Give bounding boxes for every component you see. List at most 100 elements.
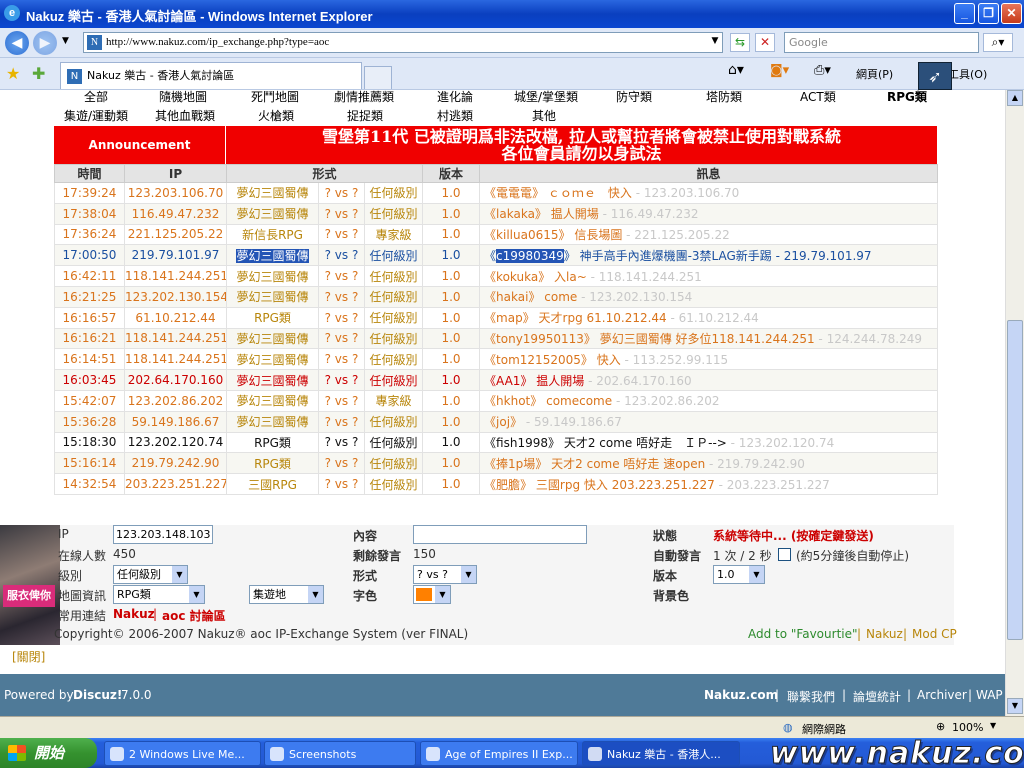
footer-link-archiver[interactable]: Archiver (917, 688, 967, 702)
new-tab-button[interactable] (364, 66, 392, 89)
page-menu[interactable]: 網頁(P) (856, 66, 893, 82)
scroll-up-icon[interactable]: ▲ (1007, 90, 1023, 106)
category-link[interactable]: 塔防類 (706, 90, 742, 105)
table-row[interactable]: 17:38:04 116.49.47.232 夢幻三國蜀傳 ? vs ? 任何級別 1.0… (54, 202, 939, 225)
category-link[interactable]: 集遊/運動類 (64, 107, 128, 124)
form-select[interactable]: ? vs ? ▼ (413, 565, 477, 584)
map-select[interactable]: RPG類 ▼ (113, 585, 205, 604)
task-aoe[interactable]: Age of Empires II Exp... (420, 741, 578, 766)
feeds-icon[interactable]: ◙▾ (770, 63, 789, 78)
message-author[interactable]: 電電電 (496, 186, 532, 200)
category-link[interactable]: 捉捉類 (347, 107, 383, 124)
category-link[interactable]: 村逃類 (437, 107, 473, 124)
task-ie-nakuz[interactable]: Nakuz 樂古 - 香港人... (582, 741, 740, 766)
search-icon[interactable]: ⌕▾ (983, 33, 1013, 52)
table-row[interactable]: 17:00:50 219.79.101.97 夢幻三國蜀傳 ? vs ? 任何級別 1.0… (54, 244, 939, 267)
print-icon[interactable]: ⎙▾ (814, 63, 831, 78)
table-row[interactable]: 16:14:51 118.141.244.251 夢幻三國蜀傳 ? vs ? 任何級別 1… (54, 348, 939, 371)
minimize-button[interactable]: _ (954, 3, 975, 24)
category-link[interactable]: 劇情推薦類 (334, 90, 394, 105)
stop-icon[interactable]: ✕ (755, 33, 775, 52)
footer-link-stats[interactable]: 論壇統計 (853, 688, 901, 705)
message-author[interactable]: tom12152005 (496, 353, 581, 367)
vertical-scrollbar[interactable]: ▲ ▼ (1005, 90, 1024, 716)
footer-link-wap[interactable]: WAP (976, 688, 1003, 702)
message-author[interactable]: 捧1p場 (496, 457, 535, 471)
category-link[interactable]: 全部 (84, 90, 108, 105)
map2-select[interactable]: 集遊地 ▼ (249, 585, 324, 604)
category-link[interactable]: 其他 (532, 107, 556, 124)
zoom-icon[interactable]: ⊕ (936, 720, 945, 733)
category-link[interactable]: 防守類 (616, 90, 652, 105)
message-author[interactable]: tony19950113 (496, 332, 584, 346)
auto-stop-checkbox[interactable] (778, 548, 791, 561)
message-author[interactable]: kokuka (496, 270, 538, 284)
footer-link-contact[interactable]: 聯繫我們 (787, 688, 835, 705)
content-input[interactable] (413, 525, 587, 544)
table-row[interactable]: 14:32:54 203.223.251.227 三國RPG ? vs ? 任何級別 1.… (54, 473, 939, 495)
category-link[interactable]: 火槍類 (258, 107, 294, 124)
table-row[interactable]: 16:16:21 118.141.244.251 夢幻三國蜀傳 ? vs ? 任何級別 1… (54, 327, 939, 350)
message-author[interactable]: AA1 (496, 374, 520, 388)
link-aoc-forum[interactable]: aoc 討論區 (162, 607, 226, 624)
message-author[interactable]: map (496, 311, 523, 325)
message-author[interactable]: hkhot (496, 394, 530, 408)
fontcolor-select[interactable]: ▼ (413, 585, 451, 604)
message-author[interactable]: hakai (496, 290, 528, 304)
discuz-link[interactable]: Discuz! (73, 688, 122, 702)
message-author[interactable]: joj (496, 415, 510, 429)
table-row[interactable]: 15:16:14 219.79.242.90 RPG類 ? vs ? 任何級別 1.0 《捧… (54, 452, 939, 475)
zoom-level[interactable]: 100% (952, 721, 983, 734)
category-link[interactable]: ACT類 (800, 90, 836, 105)
table-row[interactable]: 16:03:45 202.64.170.160 夢幻三國蜀傳 ? vs ? 任何級別 1.… (54, 369, 939, 391)
nakuz-footer-link[interactable]: Nakuz (866, 627, 903, 641)
table-row[interactable]: 16:42:11 118.141.244.251 夢幻三國蜀傳 ? vs ? 任何級別 1… (54, 265, 939, 287)
category-link[interactable]: 進化論 (437, 90, 473, 105)
table-row[interactable]: 16:16:57 61.10.212.44 RPG類 ? vs ? 任何級別 1.0 《ma… (54, 306, 939, 329)
level-select[interactable]: 任何級別 ▼ (113, 565, 188, 584)
maximize-button[interactable]: ❐ (978, 3, 999, 24)
scroll-down-icon[interactable]: ▼ (1007, 698, 1023, 714)
home-icon[interactable]: ⌂▾ (728, 62, 744, 78)
table-row[interactable]: 17:39:24 123.203.106.70 夢幻三國蜀傳 ? vs ? 任何級別 1.… (54, 182, 939, 204)
category-link[interactable]: 死鬥地圖 (251, 90, 299, 105)
task-live-messenger[interactable]: 2 Windows Live Me... (104, 741, 261, 766)
refresh-icon[interactable]: ⇆ (730, 33, 750, 52)
category-link[interactable]: 城堡/掌堡類 (514, 90, 578, 105)
start-button[interactable]: 開始 (0, 738, 97, 768)
zoom-dropdown-icon[interactable]: ▼ (990, 721, 996, 730)
table-row[interactable]: 17:36:24 221.125.205.22 新信長RPG ? vs ? 專家級 1.0… (54, 223, 939, 246)
task-screenshots[interactable]: Screenshots (264, 741, 416, 766)
table-row[interactable]: 15:36:28 59.149.186.67 夢幻三國蜀傳 ? vs ? 任何級別 1.0… (54, 410, 939, 433)
footer-link-nakuz[interactable]: Nakuz.com (704, 688, 778, 702)
message-author[interactable]: 肥膽 (496, 478, 520, 492)
add-favourite-link[interactable]: Add to "Favourtie" (748, 627, 858, 641)
message-author[interactable]: killua0615 (496, 228, 558, 242)
table-row[interactable]: 15:18:30 123.202.120.74 RPG類 ? vs ? 任何級別 1.0 《… (54, 431, 939, 454)
link-nakuz[interactable]: Nakuz (113, 607, 155, 621)
forward-button[interactable]: ▶ (33, 31, 57, 55)
version-select[interactable]: 1.0 ▼ (713, 565, 765, 584)
back-button[interactable]: ◀ (5, 31, 29, 55)
tools-menu[interactable]: 工具(O) (948, 66, 987, 82)
message-author[interactable]: c19980349 (496, 248, 564, 263)
modcp-link[interactable]: Mod CP (912, 627, 957, 641)
table-row[interactable]: 16:21:25 123.202.130.154 夢幻三國蜀傳 ? vs ? 任何級別 1… (54, 285, 939, 308)
history-dropdown-icon[interactable]: ▼ (62, 36, 69, 46)
category-link[interactable]: 隨機地圖 (159, 90, 207, 105)
address-bar[interactable]: N http://www.nakuz.com/ip_exchange.php?t… (83, 32, 723, 53)
category-link-active[interactable]: RPG類 (887, 90, 927, 105)
message-author[interactable]: lakaka (496, 207, 535, 221)
ip-input[interactable] (113, 525, 213, 544)
category-link[interactable]: 其他血戰類 (155, 107, 215, 124)
search-input[interactable]: Google (784, 32, 979, 53)
scroll-thumb[interactable] (1007, 320, 1023, 640)
address-dropdown-icon[interactable]: ▼ (705, 33, 725, 52)
tab-nakuz[interactable]: N Nakuz 樂古 - 香港人氣討論區 (60, 62, 362, 89)
message-author[interactable]: fish1998 (496, 436, 548, 450)
table-row[interactable]: 15:42:07 123.202.86.202 夢幻三國蜀傳 ? vs ? 專家級 1.0… (54, 389, 939, 412)
add-favorite-icon[interactable]: ✚ (32, 64, 45, 83)
close-panel-link[interactable]: [關閉] (12, 648, 45, 665)
favorites-star-icon[interactable]: ★ (6, 64, 20, 83)
close-button[interactable]: ✕ (1001, 3, 1022, 24)
